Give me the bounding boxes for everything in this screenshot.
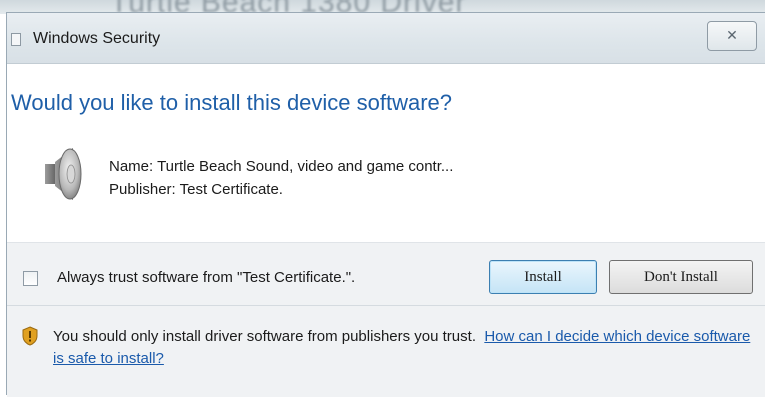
install-button[interactable]: Install xyxy=(489,260,597,294)
windows-security-dialog: Windows Security ✕ Would you like to ins… xyxy=(6,12,765,397)
warning-message: You should only install driver software … xyxy=(53,326,753,370)
warning-text: You should only install driver software … xyxy=(53,328,476,345)
shield-warning-icon xyxy=(22,326,38,346)
install-question-heading: Would you like to install this device so… xyxy=(11,90,453,115)
always-trust-checkbox[interactable] xyxy=(23,271,38,286)
speaker-icon xyxy=(45,148,82,200)
dont-install-button[interactable]: Don't Install xyxy=(609,260,753,294)
close-button[interactable]: ✕ xyxy=(707,21,757,51)
title-bar: Windows Security ✕ xyxy=(7,13,765,64)
always-trust-label[interactable]: Always trust software from "Test Certifi… xyxy=(57,269,355,286)
close-icon: ✕ xyxy=(726,28,738,44)
action-bar: Always trust software from "Test Certifi… xyxy=(7,242,765,305)
window-icon xyxy=(11,33,21,46)
window-title: Windows Security xyxy=(33,30,161,47)
dialog-content: Would you like to install this device so… xyxy=(7,64,765,244)
software-name: Name: Turtle Beach Sound, video and game… xyxy=(109,158,454,175)
software-publisher: Publisher: Test Certificate. xyxy=(109,181,283,198)
warning-bar: You should only install driver software … xyxy=(7,305,765,397)
